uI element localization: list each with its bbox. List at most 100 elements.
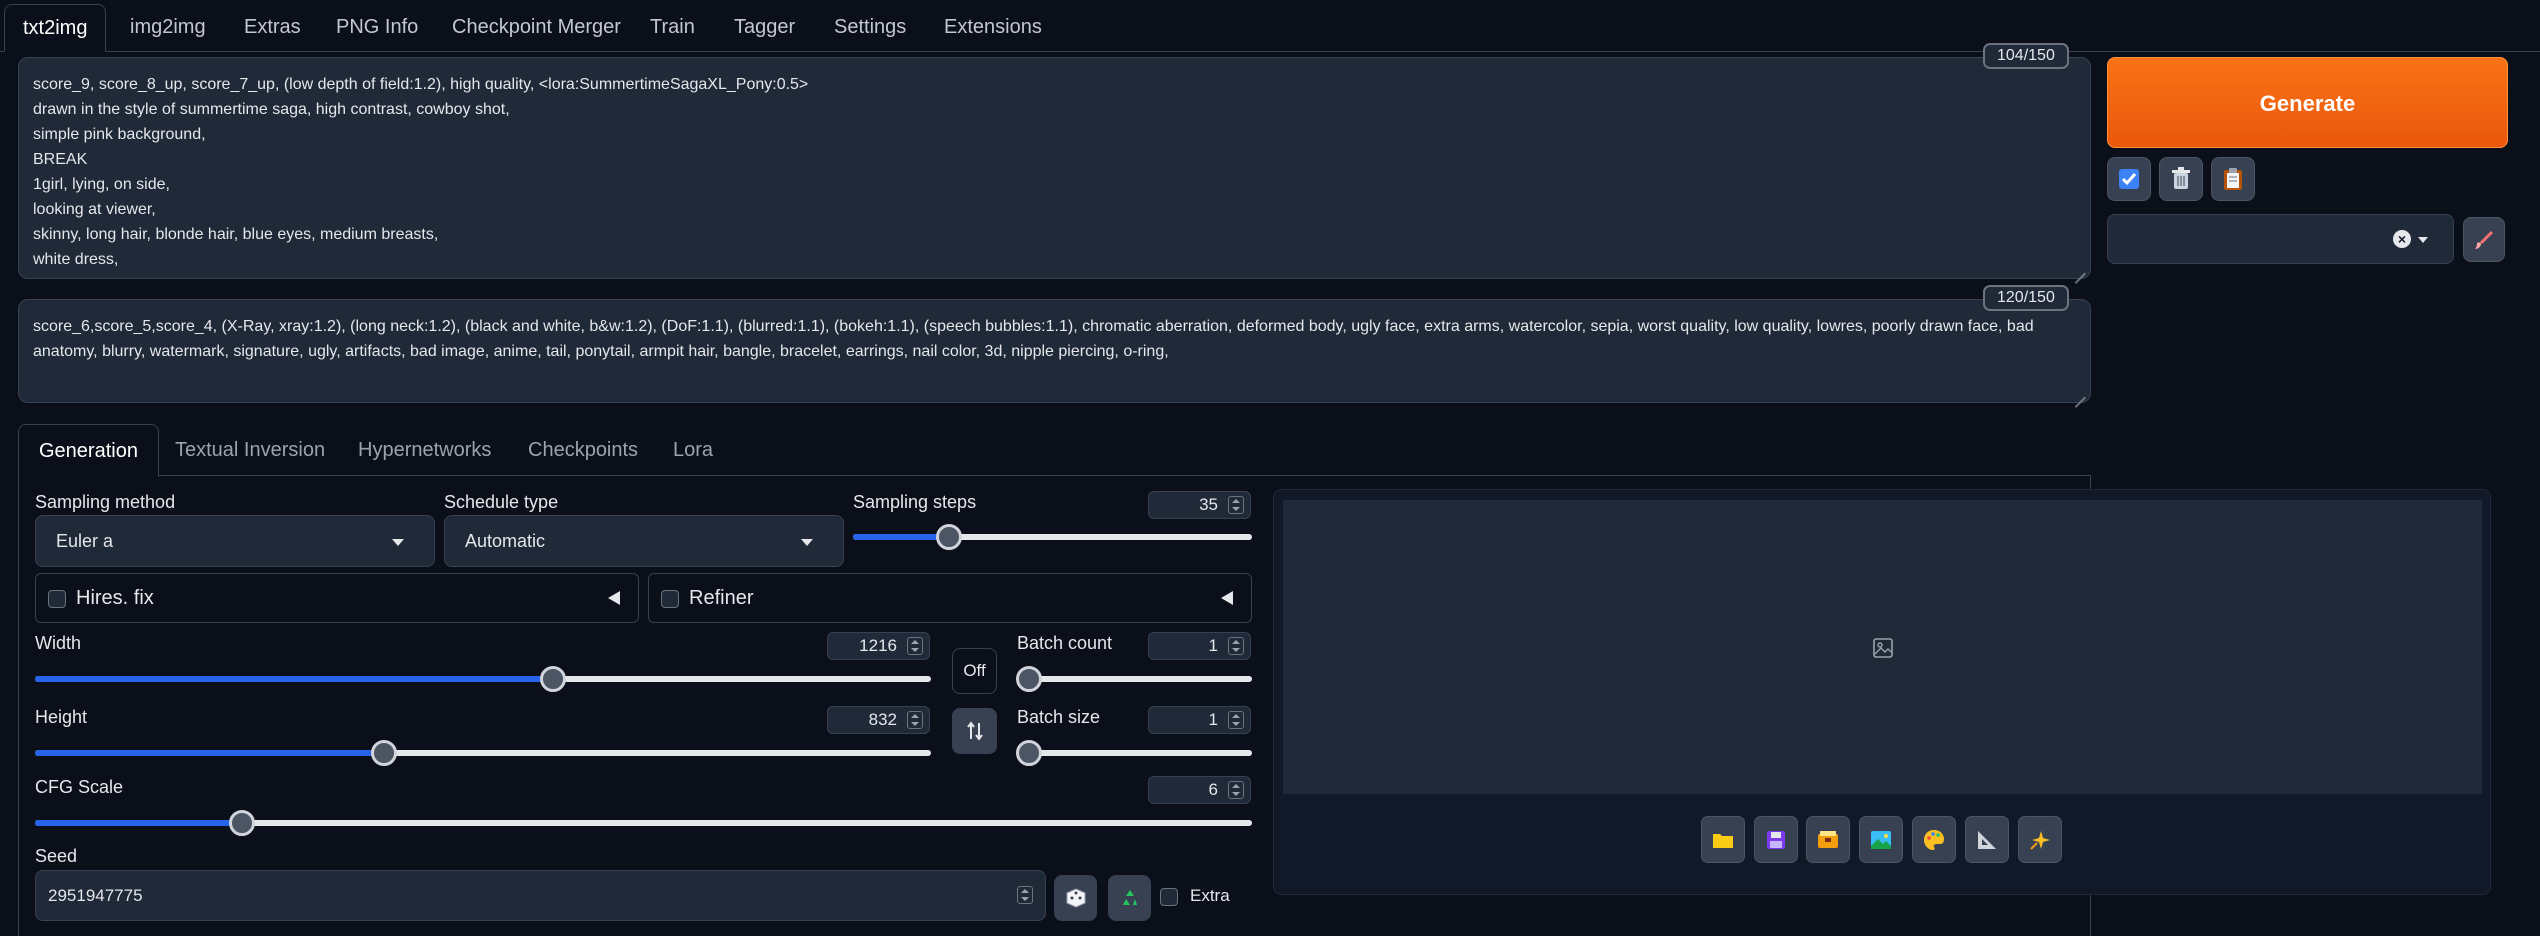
height-input[interactable]: 832 [827, 706, 930, 734]
hires-fix-accordion[interactable]: Hires. fix [35, 573, 639, 623]
tab-checkpoint-merger[interactable]: Checkpoint Merger [434, 4, 639, 52]
sampling-method-dropdown[interactable]: Euler a [35, 515, 435, 567]
image-icon [1871, 830, 1891, 849]
stepper-icon[interactable] [907, 637, 923, 655]
width-input[interactable]: 1216 [827, 632, 930, 660]
batch-size-label: Batch size [1017, 707, 1101, 727]
collapse-icon [608, 591, 620, 605]
swap-dimensions-button[interactable] [952, 708, 997, 754]
slider-thumb[interactable] [539, 666, 566, 692]
cfg-scale-slider[interactable] [35, 810, 1252, 836]
reuse-seed-button[interactable] [1108, 875, 1151, 921]
slider-thumb[interactable] [370, 740, 397, 766]
batch-size-slider[interactable] [1016, 740, 1252, 766]
styles-dropdown[interactable]: × [2107, 214, 2454, 264]
sampling-steps-slider[interactable] [853, 524, 1252, 550]
stepper-icon[interactable] [907, 711, 923, 729]
image-placeholder-icon [1873, 638, 1893, 658]
schedule-type-dropdown[interactable]: Automatic [444, 515, 844, 567]
positive-prompt-input[interactable]: score_9, score_8_up, score_7_up, (low de… [18, 57, 2091, 279]
refiner-checkbox[interactable] [661, 590, 679, 608]
extra-seed-label: Extra [1190, 886, 1230, 905]
image-preview [1283, 500, 2482, 794]
tab-extensions[interactable]: Extensions [926, 4, 1060, 52]
negative-prompt-input[interactable]: score_6,score_5,score_4, (X-Ray, xray:1.… [18, 299, 2091, 403]
schedule-type-label: Schedule type [444, 492, 559, 512]
tab-textual-inversion[interactable]: Textual Inversion [155, 424, 345, 476]
hires-fix-checkbox[interactable] [48, 590, 66, 608]
stepper-icon[interactable] [1228, 637, 1244, 655]
batch-count-slider[interactable] [1016, 666, 1252, 692]
tab-settings[interactable]: Settings [816, 4, 924, 52]
generate-button[interactable]: Generate [2107, 57, 2508, 148]
brush-icon [2475, 230, 2494, 249]
open-folder-button[interactable] [1701, 816, 1745, 863]
refiner-label: Refiner [689, 587, 754, 609]
upscale-button[interactable] [2018, 816, 2062, 863]
aspect-lock-button[interactable]: Off [952, 648, 997, 694]
slider-thumb[interactable] [1016, 740, 1042, 766]
negative-resize-handle[interactable] [2074, 386, 2088, 400]
trash-icon [2172, 167, 2190, 189]
sampling-steps-value: 35 [1199, 495, 1218, 514]
chevron-down-icon [392, 539, 404, 546]
positive-resize-handle[interactable] [2074, 262, 2088, 276]
check-button[interactable] [2107, 157, 2151, 201]
tab-png-info[interactable]: PNG Info [318, 4, 436, 52]
refiner-accordion[interactable]: Refiner [648, 573, 1252, 623]
batch-count-value: 1 [1208, 636, 1218, 655]
slider-thumb[interactable] [1016, 666, 1042, 692]
height-slider[interactable] [35, 740, 931, 766]
tab-train[interactable]: Train [632, 4, 713, 52]
tab-tagger[interactable]: Tagger [716, 4, 813, 52]
sampling-steps-label: Sampling steps [853, 492, 977, 512]
tab-hypernetworks[interactable]: Hypernetworks [338, 424, 511, 476]
extra-seed-checkbox[interactable] [1160, 888, 1178, 906]
send-to-extras-button[interactable] [1965, 816, 2009, 863]
generation-tab-bar: Generation Textual Inversion Hypernetwor… [18, 424, 2091, 477]
sampling-method-label: Sampling method [35, 492, 176, 512]
height-label: Height [35, 707, 88, 727]
hires-fix-label: Hires. fix [76, 587, 154, 609]
stepper-icon[interactable] [1228, 781, 1244, 799]
batch-count-input[interactable]: 1 [1148, 632, 1251, 660]
clear-icon[interactable]: × [2393, 230, 2411, 248]
tab-txt2img[interactable]: txt2img [4, 4, 107, 52]
cfg-scale-value: 6 [1208, 780, 1218, 799]
chevron-down-icon [2418, 237, 2428, 243]
slider-thumb[interactable] [935, 524, 962, 550]
palette-icon [1924, 829, 1944, 850]
cfg-scale-input[interactable]: 6 [1148, 776, 1251, 804]
seed-value: 2951947775 [48, 886, 143, 905]
trash-button[interactable] [2159, 157, 2203, 201]
zip-button[interactable] [1806, 816, 1850, 863]
width-slider[interactable] [35, 666, 931, 692]
tab-generation[interactable]: Generation [18, 424, 159, 477]
ruler-icon [1978, 830, 1996, 849]
apply-style-button[interactable] [2463, 217, 2505, 262]
slider-thumb[interactable] [228, 810, 255, 836]
cfg-scale-label: CFG Scale [35, 777, 124, 797]
stepper-icon[interactable] [1228, 496, 1244, 514]
clipboard-button[interactable] [2211, 157, 2255, 201]
positive-token-counter: 104/150 [1983, 43, 2069, 69]
random-seed-button[interactable] [1054, 875, 1097, 921]
dice-icon [1066, 888, 1085, 908]
send-to-img2img-button[interactable] [1859, 816, 1903, 863]
tab-checkpoints[interactable]: Checkpoints [508, 424, 658, 476]
stepper-icon[interactable] [1017, 886, 1033, 904]
seed-input[interactable]: 2951947775 [35, 870, 1046, 921]
stepper-icon[interactable] [1228, 711, 1244, 729]
seed-label: Seed [35, 846, 78, 866]
save-button[interactable] [1754, 816, 1798, 863]
sampling-steps-input[interactable]: 35 [1148, 491, 1251, 519]
send-to-inpaint-button[interactable] [1912, 816, 1956, 863]
batch-size-input[interactable]: 1 [1148, 706, 1251, 734]
tab-img2img[interactable]: img2img [112, 4, 224, 52]
tab-extras[interactable]: Extras [226, 4, 319, 52]
save-icon [1767, 830, 1785, 849]
chevron-down-icon [801, 539, 813, 546]
swap-icon [966, 721, 983, 741]
negative-token-counter: 120/150 [1983, 285, 2069, 311]
tab-lora[interactable]: Lora [653, 424, 733, 476]
